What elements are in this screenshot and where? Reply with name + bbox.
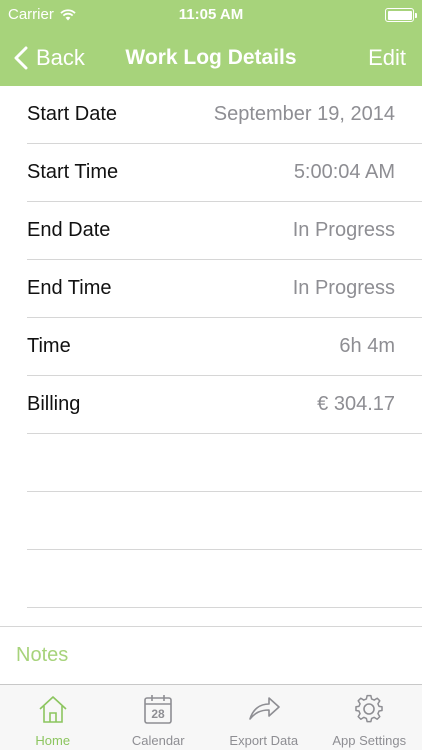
empty-row xyxy=(27,492,422,550)
tab-label: Home xyxy=(35,733,71,748)
detail-row-end-time: End Time In Progress xyxy=(27,260,422,318)
detail-row-start-time: Start Time 5:00:04 AM xyxy=(27,144,422,202)
notes-section-header: Notes xyxy=(16,644,69,666)
detail-row-start-date: Start Date September 19, 2014 xyxy=(27,86,422,144)
tab-label: Calendar xyxy=(131,733,185,748)
detail-value: September 19, 2014 xyxy=(213,103,395,125)
edit-button[interactable]: Edit xyxy=(368,30,406,86)
calendar-icon: 28 xyxy=(144,695,173,724)
detail-label: End Date xyxy=(27,219,111,241)
status-bar: Carrier 11:05 AM xyxy=(0,0,422,30)
detail-label: Start Date xyxy=(27,103,118,125)
empty-row xyxy=(27,434,422,492)
detail-value: € 304.17 xyxy=(317,393,395,415)
tab-export-data[interactable]: Export Data xyxy=(211,685,317,750)
detail-value: In Progress xyxy=(292,219,395,241)
tab-label: App Settings xyxy=(332,733,407,748)
tab-bar: Home 28 Calendar Export Data App Setting… xyxy=(0,684,422,750)
tab-calendar[interactable]: 28 Calendar xyxy=(106,685,212,750)
detail-row-time: Time 6h 4m xyxy=(27,318,422,376)
share-arrow-icon xyxy=(248,697,280,720)
empty-row xyxy=(27,550,422,608)
detail-label: Start Time xyxy=(27,161,119,183)
navigation-bar: Back Work Log Details Edit xyxy=(0,30,422,86)
detail-label: End Time xyxy=(27,277,112,299)
status-time: 11:05 AM xyxy=(178,6,244,23)
detail-label: Billing xyxy=(27,393,81,415)
detail-row-billing: Billing € 304.17 xyxy=(27,376,422,434)
notes-divider xyxy=(0,626,422,627)
detail-label: Time xyxy=(27,335,71,357)
tab-label: Export Data xyxy=(229,733,299,748)
battery-icon xyxy=(385,8,417,22)
detail-value: 5:00:04 AM xyxy=(293,161,395,183)
detail-value: 6h 4m xyxy=(339,335,395,357)
home-icon xyxy=(39,696,67,723)
detail-value: In Progress xyxy=(292,277,395,299)
tab-app-settings[interactable]: App Settings xyxy=(317,685,422,750)
gear-icon xyxy=(355,694,384,723)
work-log-detail-list: Start Date September 19, 2014 Start Time… xyxy=(0,86,422,608)
calendar-day-number: 28 xyxy=(152,707,166,721)
page-title: Work Log Details xyxy=(125,46,297,69)
tab-home[interactable]: Home xyxy=(0,685,106,750)
detail-row-end-date: End Date In Progress xyxy=(27,202,422,260)
